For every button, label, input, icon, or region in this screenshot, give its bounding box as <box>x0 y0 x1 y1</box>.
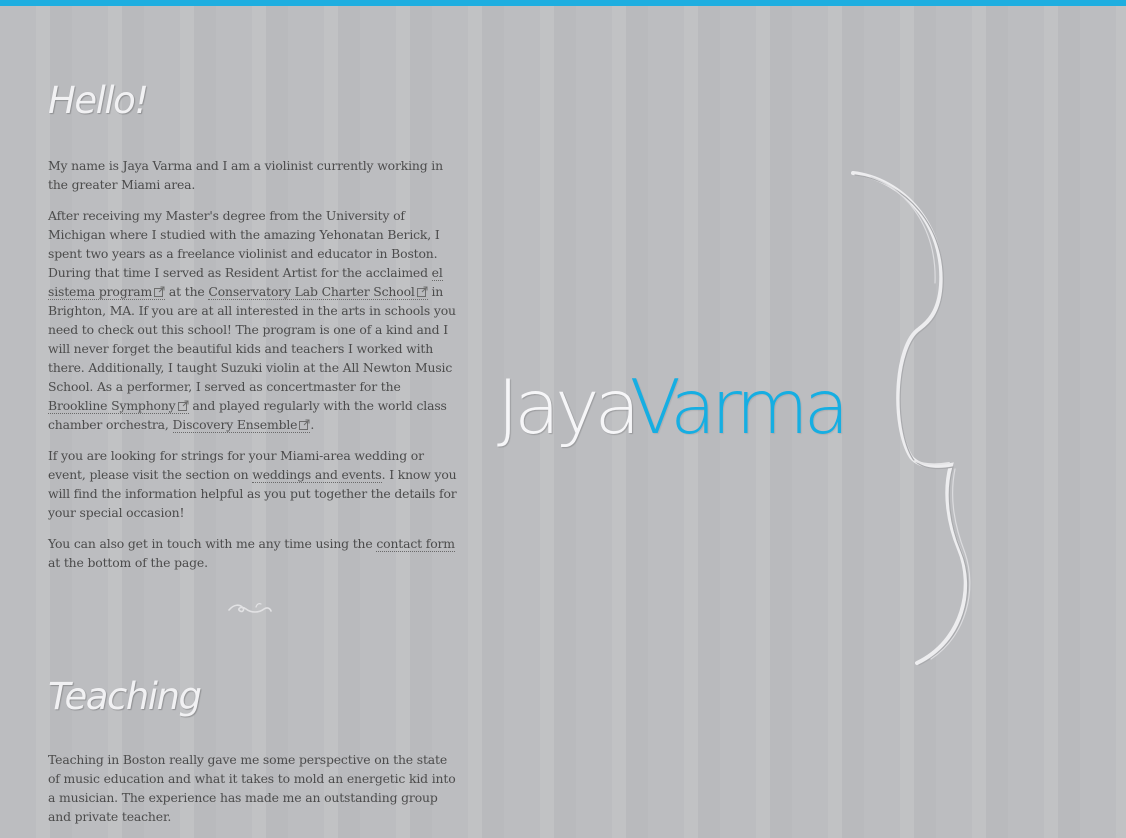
hello-heading: Hello! <box>48 79 149 122</box>
contact-form-link[interactable]: contact form <box>376 536 455 552</box>
contact-text-1: You can also get in touch with me any ti… <box>48 536 377 551</box>
weddings-paragraph: If you are looking for strings for your … <box>48 446 458 522</box>
contact-paragraph: You can also get in touch with me any ti… <box>48 534 458 572</box>
flourish-ornament-icon <box>228 603 272 613</box>
brookline-symphony-link[interactable]: Brookline Symphony <box>48 398 189 414</box>
external-link-icon <box>177 400 189 411</box>
contact-text-2: at the bottom of the page. <box>48 555 208 570</box>
background-text-1: After receiving my Master's degree from … <box>48 208 440 280</box>
external-link-icon <box>299 419 310 430</box>
external-link-icon <box>416 286 428 297</box>
background-text-2: at the <box>165 284 209 299</box>
weddings-events-link[interactable]: weddings and events <box>252 467 382 483</box>
intro-paragraph: My name is Jaya Varma and I am a violini… <box>48 158 443 192</box>
background-text-5: . <box>310 417 315 432</box>
site-logo[interactable]: JayaVarma <box>497 357 850 457</box>
violin-outline-icon <box>851 171 971 666</box>
external-link-icon <box>154 286 165 297</box>
top-accent-bar <box>0 0 1126 6</box>
discovery-ensemble-link[interactable]: Discovery Ensemble <box>172 417 311 433</box>
teaching-heading: Teaching <box>48 675 202 718</box>
background-paragraph: After receiving my Master's degree from … <box>48 206 458 434</box>
logo-last-name: Varma <box>629 363 850 451</box>
conservatory-lab-link[interactable]: Conservatory Lab Charter School <box>208 284 428 300</box>
main-content: Hello! My name is Jaya Varma and I am a … <box>48 78 458 838</box>
conservatory-lab-link-label: Conservatory Lab Charter School <box>208 284 415 299</box>
discovery-ensemble-link-label: Discovery Ensemble <box>172 417 298 432</box>
background-text-3: in Brighton, MA. If you are at all inter… <box>48 284 456 394</box>
brookline-symphony-link-label: Brookline Symphony <box>48 398 176 413</box>
teaching-paragraph: Teaching in Boston really gave me some p… <box>48 752 456 824</box>
logo-first-name: Jaya <box>497 363 635 451</box>
